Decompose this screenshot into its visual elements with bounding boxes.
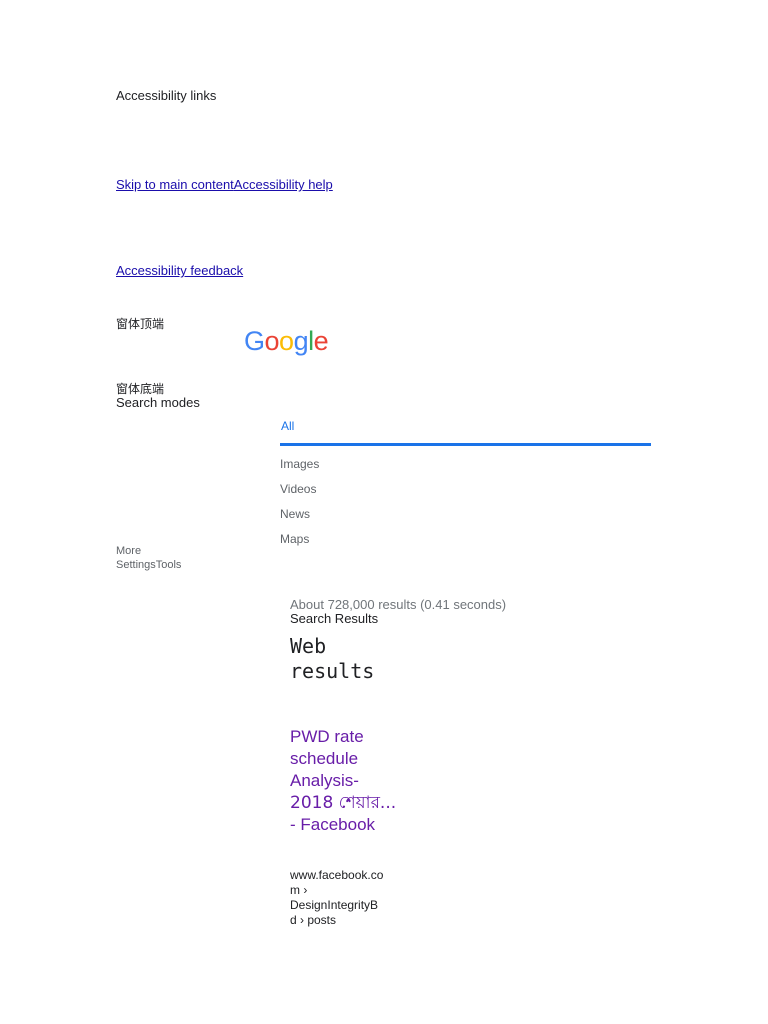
result-stats: About 728,000 results (0.41 seconds) (290, 597, 507, 612)
settings-tools-row: SettingsTools (116, 559, 181, 572)
result-url-line: www.facebook.co (290, 868, 384, 882)
web-results-heading-line1: Web (290, 634, 327, 658)
more-button[interactable]: More (116, 545, 141, 558)
form-top-label: 窗体顶端 (116, 317, 165, 331)
tab-maps[interactable]: Maps (280, 532, 309, 546)
accessibility-links-row: Skip to main contentAccessibility help (116, 176, 333, 194)
settings-button[interactable]: Settings (116, 559, 156, 571)
active-tab-underline (280, 443, 651, 446)
result-title-line: 2018 শেয়ার... (290, 793, 397, 813)
search-modes-heading: Search modes (116, 395, 200, 410)
tab-videos[interactable]: Videos (280, 482, 316, 496)
google-logo[interactable]: Google (244, 326, 329, 356)
logo-letter-o2: o (279, 326, 294, 356)
result-title-line: Analysis- (290, 771, 359, 790)
skip-to-main-content-link[interactable]: Skip to main content (116, 177, 234, 192)
result-title-link[interactable]: PWD rate schedule Analysis- 2018 শেয়ার.… (290, 726, 420, 836)
tools-button[interactable]: Tools (156, 559, 182, 571)
result-url-line: m › (290, 883, 308, 897)
result-title-line: - Facebook (290, 815, 376, 834)
logo-letter-e: e (313, 326, 329, 356)
result-title-line: schedule (290, 749, 359, 768)
logo-letter-g2: g (293, 326, 309, 356)
result-url: www.facebook.co m › DesignIntegrityB d ›… (290, 868, 400, 928)
web-results-heading: Web results (290, 634, 374, 684)
search-results-heading: Search Results (290, 611, 379, 626)
result-title-line: PWD rate (290, 727, 364, 746)
accessibility-help-link[interactable]: Accessibility help (234, 177, 333, 192)
logo-letter-o1: o (264, 326, 280, 356)
tab-images[interactable]: Images (280, 457, 319, 471)
accessibility-heading: Accessibility links (116, 88, 217, 103)
result-url-line: d › posts (290, 913, 337, 927)
logo-letter-g1: G (244, 326, 265, 356)
web-results-heading-line2: results (290, 659, 375, 683)
tab-all[interactable]: All (281, 419, 294, 433)
result-url-line: DesignIntegrityB (290, 898, 379, 912)
accessibility-feedback-link[interactable]: Accessibility feedback (116, 263, 243, 278)
tab-news[interactable]: News (280, 507, 310, 521)
